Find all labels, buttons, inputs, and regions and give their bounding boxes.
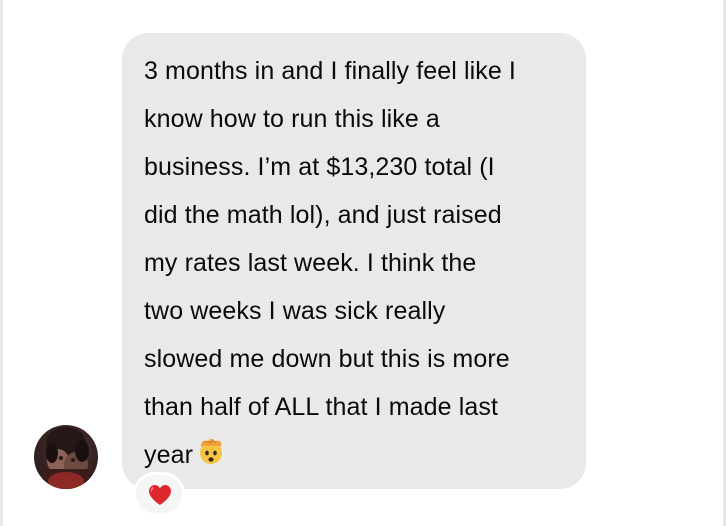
message-line-text: year xyxy=(144,441,194,469)
exploding-head-emoji-icon xyxy=(200,439,223,464)
message-bubble[interactable]: 3 months in and I finally feel like I kn… xyxy=(122,33,586,489)
message-line: 3 months in and I finally feel like I xyxy=(144,57,516,85)
message-line: my rates last week. I think the xyxy=(144,249,477,277)
message-thread: 3 months in and I finally feel like I kn… xyxy=(0,0,726,526)
message-line: two weeks I was sick really xyxy=(144,297,446,325)
message-line: know how to run this like a xyxy=(144,105,440,133)
message-line: slowed me down but this is more xyxy=(144,345,510,373)
message-line-last: year xyxy=(144,431,574,479)
red-heart-icon xyxy=(149,485,171,505)
incoming-message-row: 3 months in and I finally feel like I kn… xyxy=(0,0,726,526)
sender-avatar[interactable] xyxy=(34,425,98,489)
message-line: did the math lol), and just raised xyxy=(144,201,502,229)
avatar-photo-icon xyxy=(42,427,90,489)
message-line: than half of ALL that I made last xyxy=(144,393,498,421)
message-line: business. I’m at $13,230 total (I xyxy=(144,153,495,181)
message-text: 3 months in and I finally feel like I kn… xyxy=(144,47,574,479)
reaction-badge[interactable] xyxy=(133,472,185,516)
